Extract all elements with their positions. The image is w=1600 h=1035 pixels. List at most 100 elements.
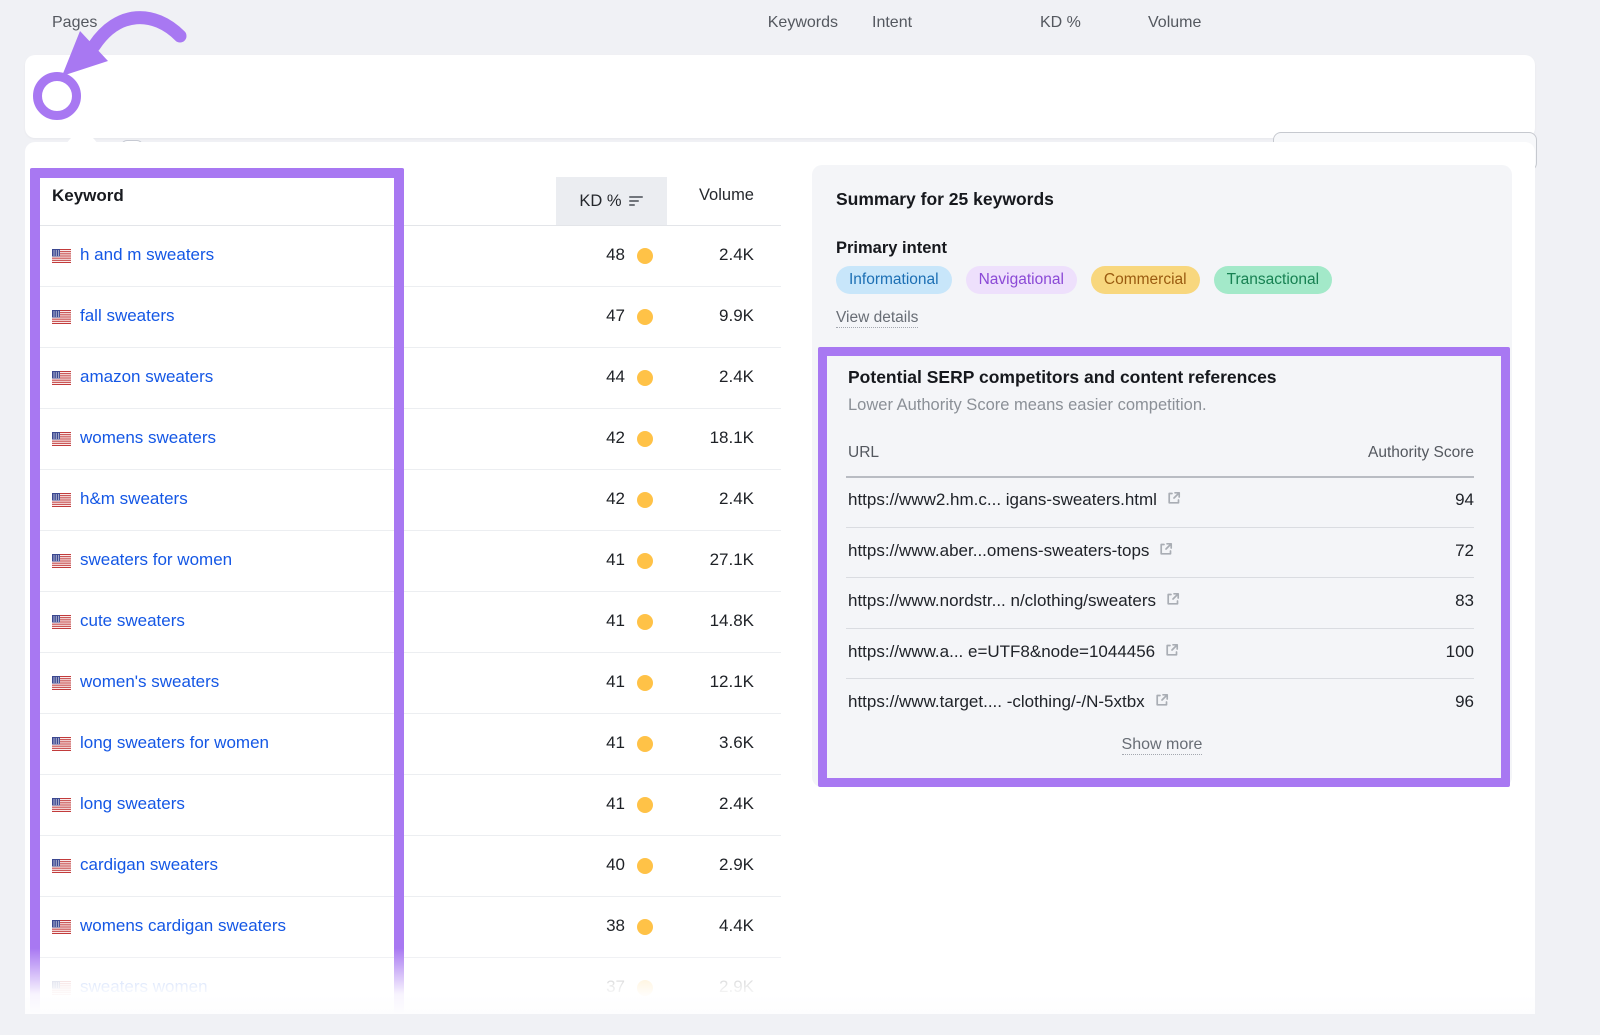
external-link-icon[interactable] — [1166, 490, 1182, 511]
us-flag-icon — [52, 737, 71, 751]
serp-panel-title: Potential SERP competitors and content r… — [848, 367, 1277, 388]
keyword-link[interactable]: cute sweaters — [80, 611, 185, 631]
keyword-volume-value: 18.1K — [670, 428, 754, 448]
keyword-volume-value: 2.9K — [670, 855, 754, 875]
keyword-table-row: amazon sweaters 44 2.4K — [30, 348, 781, 409]
keyword-volume-value: 2.4K — [670, 489, 754, 509]
us-flag-icon — [52, 615, 71, 629]
keyword-link[interactable]: womens cardigan sweaters — [80, 916, 286, 936]
summary-panel: Summary for 25 keywords Primary intent I… — [812, 165, 1512, 787]
keyword-table-row: cute sweaters 41 14.8K — [30, 592, 781, 653]
keyword-kd-value: 37 — [530, 977, 625, 997]
external-link-icon[interactable] — [1164, 642, 1180, 663]
serp-competitor-row: https://www.a... e=UTF8&node=1044456 100 — [846, 629, 1474, 680]
keyword-kd-value: 42 — [530, 489, 625, 509]
column-label-volume: Volume — [1148, 14, 1201, 32]
view-details-link[interactable]: View details — [836, 309, 918, 328]
kd-difficulty-dot — [637, 614, 653, 630]
kd-difficulty-dot — [637, 797, 653, 813]
keyword-link[interactable]: sweaters for women — [80, 550, 232, 570]
us-flag-icon — [52, 981, 71, 995]
intent-badge: Transactional — [1214, 266, 1332, 294]
kd-difficulty-dot — [637, 736, 653, 752]
keyword-table-row: h&m sweaters 42 2.4K — [30, 470, 781, 531]
keyword-volume-value: 2.4K — [670, 245, 754, 265]
authority-score-column-header: Authority Score — [1274, 444, 1474, 462]
keyword-link[interactable]: cardigan sweaters — [80, 855, 218, 875]
us-flag-icon — [52, 859, 71, 873]
intent-badge: Navigational — [966, 266, 1077, 294]
us-flag-icon — [52, 310, 71, 324]
keyword-link[interactable]: women's sweaters — [80, 672, 219, 692]
us-flag-icon — [52, 432, 71, 446]
column-label-keywords: Keywords — [738, 14, 838, 32]
serp-competitor-row: https://www.nordstr... n/clothing/sweate… — [846, 578, 1474, 629]
authority-score-value: 83 — [1455, 591, 1474, 611]
keyword-kd-value: 38 — [530, 916, 625, 936]
external-link-icon[interactable] — [1165, 591, 1181, 612]
keyword-table-row: cardigan sweaters 40 2.9K — [30, 836, 781, 897]
authority-score-value: 72 — [1455, 541, 1474, 561]
show-more-link[interactable]: Show more — [1122, 736, 1203, 755]
keyword-kd-value: 47 — [530, 306, 625, 326]
external-link-icon[interactable] — [1154, 692, 1170, 713]
keyword-table-row: long sweaters 41 2.4K — [30, 775, 781, 836]
keyword-link[interactable]: h and m sweaters — [80, 245, 214, 265]
keyword-volume-value: 27.1K — [670, 550, 754, 570]
primary-intent-label: Primary intent — [836, 239, 947, 258]
keyword-table-row: womens cardigan sweaters 38 4.4K — [30, 897, 781, 958]
serp-panel-subtitle: Lower Authority Score means easier compe… — [848, 396, 1207, 415]
keyword-volume-value: 3.6K — [670, 733, 754, 753]
us-flag-icon — [52, 249, 71, 263]
keyword-kd-value: 41 — [530, 550, 625, 570]
keyword-link[interactable]: sweaters women — [80, 977, 208, 997]
intent-badges: InformationalNavigationalCommercialTrans… — [836, 266, 1332, 294]
keyword-volume-value: 14.8K — [670, 611, 754, 631]
keyword-kd-value: 44 — [530, 367, 625, 387]
competitor-url-link[interactable]: https://www.a... e=UTF8&node=1044456 — [848, 642, 1180, 663]
competitor-url-link[interactable]: https://www.aber...omens-sweaters-tops — [848, 541, 1174, 562]
keyword-table-row: long sweaters for women 41 3.6K — [30, 714, 781, 775]
keyword-table-row: sweaters for women 41 27.1K — [30, 531, 781, 592]
keyword-volume-value: 9.9K — [670, 306, 754, 326]
authority-score-value: 96 — [1455, 692, 1474, 712]
keyword-link[interactable]: long sweaters for women — [80, 733, 269, 753]
page-row-card: womens sweaters 25 38 155K Create brief … — [25, 55, 1535, 138]
us-flag-icon — [52, 920, 71, 934]
keyword-link[interactable]: womens sweaters — [80, 428, 216, 448]
keyword-table-row: women's sweaters 41 12.1K — [30, 653, 781, 714]
kd-column-header[interactable]: KD % — [556, 177, 667, 225]
keyword-table: h and m sweaters 48 2.4K fall sweaters 4… — [30, 226, 781, 1014]
kd-difficulty-dot — [637, 370, 653, 386]
external-link-icon[interactable] — [1158, 541, 1174, 562]
volume-column-header[interactable]: Volume — [670, 186, 754, 205]
serp-competitor-row: https://www2.hm.c... igans-sweaters.html… — [846, 477, 1474, 528]
sort-descending-icon — [629, 195, 644, 207]
keyword-volume-value: 4.4K — [670, 916, 754, 936]
keyword-kd-value: 41 — [530, 672, 625, 692]
keyword-link[interactable]: long sweaters — [80, 794, 185, 814]
keyword-table-row: womens sweaters 42 18.1K — [30, 409, 781, 470]
competitor-url-link[interactable]: https://www.nordstr... n/clothing/sweate… — [848, 591, 1181, 612]
us-flag-icon — [52, 371, 71, 385]
keyword-kd-value: 40 — [530, 855, 625, 875]
competitor-url-link[interactable]: https://www2.hm.c... igans-sweaters.html — [848, 490, 1182, 511]
competitor-url-link[interactable]: https://www.target.... -clothing/-/N-5xt… — [848, 692, 1170, 713]
keyword-link[interactable]: fall sweaters — [80, 306, 174, 326]
keyword-volume-value: 2.9K — [670, 977, 754, 997]
column-label-kd: KD % — [1040, 14, 1081, 32]
kd-difficulty-dot — [637, 248, 653, 264]
keyword-kd-value: 41 — [530, 611, 625, 631]
keyword-volume-value: 2.4K — [670, 794, 754, 814]
us-flag-icon — [52, 554, 71, 568]
keyword-volume-value: 2.4K — [670, 367, 754, 387]
keyword-link[interactable]: h&m sweaters — [80, 489, 188, 509]
keyword-kd-value: 41 — [530, 794, 625, 814]
keyword-link[interactable]: amazon sweaters — [80, 367, 213, 387]
kd-difficulty-dot — [637, 675, 653, 691]
column-label-pages: Pages — [52, 14, 97, 32]
expanded-content-card: Keyword KD % Volume h and m sweaters 4 — [25, 142, 1535, 1014]
kd-difficulty-dot — [637, 309, 653, 325]
kd-header-label: KD % — [579, 192, 621, 211]
keyword-column-header: Keyword — [52, 186, 124, 206]
